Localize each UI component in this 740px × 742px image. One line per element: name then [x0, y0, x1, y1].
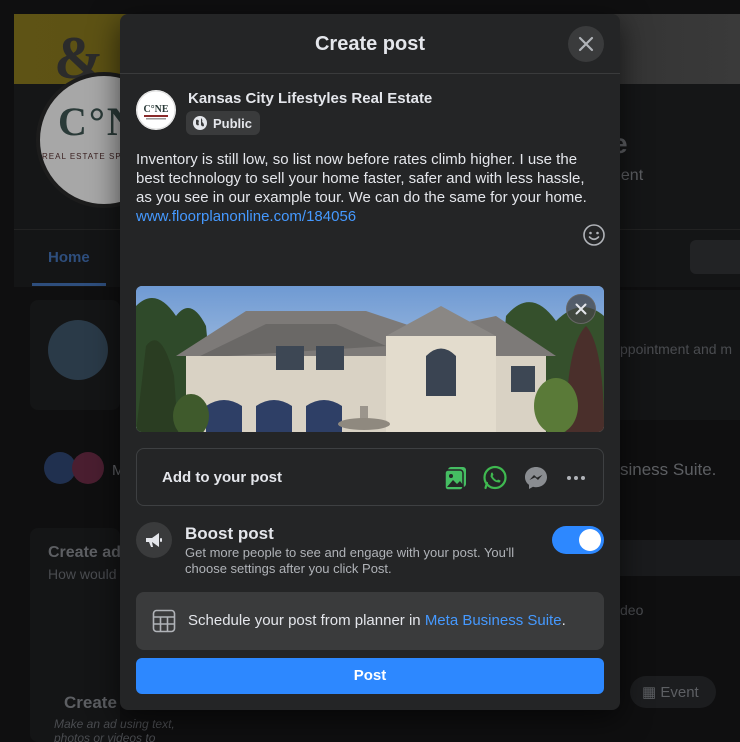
video-text-partial: deo	[620, 602, 644, 618]
close-icon	[575, 303, 587, 315]
calendar-grid-icon	[152, 609, 176, 633]
author-avatar-logo: C°NE	[143, 104, 168, 115]
dialog-title: Create post	[314, 33, 426, 55]
ad-create-label: Create	[64, 693, 117, 712]
right-strip	[620, 540, 740, 576]
boost-post-toggle[interactable]	[552, 526, 604, 554]
dialog-header: Create post	[120, 14, 620, 74]
close-button[interactable]	[568, 26, 604, 62]
add-to-post-bar: Add to your post	[136, 448, 604, 506]
post-button[interactable]: Post	[136, 658, 604, 694]
attached-photo	[136, 286, 604, 432]
toggle-knob	[579, 529, 601, 551]
linked-accounts	[44, 452, 106, 484]
suite-text-partial: siness Suite.	[620, 460, 717, 479]
ad-card-subtitle: How would	[48, 566, 117, 582]
appointment-text-partial: ppointment and m	[620, 341, 733, 357]
house-photo	[136, 286, 604, 432]
globe-icon	[193, 116, 207, 130]
boost-megaphone-badge	[136, 522, 172, 558]
event-label: Event	[660, 684, 699, 701]
emoji-icon[interactable]	[582, 223, 606, 247]
author-avatar: C°NE	[136, 90, 176, 130]
meta-business-suite-link[interactable]: Meta Business Suite	[425, 612, 562, 629]
close-icon	[578, 36, 594, 52]
post-text-area[interactable]: Inventory is still low, so list now befo…	[136, 150, 596, 226]
nav-right-button	[690, 240, 740, 274]
schedule-suffix: .	[561, 612, 566, 629]
photo-video-icon[interactable]	[443, 465, 469, 491]
schedule-banner: Schedule your post from planner in Meta …	[136, 592, 604, 650]
nav-home-tab: Home	[48, 249, 90, 266]
post-body-text: Inventory is still low, so list now befo…	[136, 151, 587, 206]
schedule-text: Schedule your post from planner in Meta …	[188, 612, 566, 629]
instagram-icon	[72, 452, 104, 484]
more-icon[interactable]	[563, 465, 589, 491]
post-link[interactable]: www.floorplanonline.com/184056	[136, 207, 596, 226]
boost-post-title: Boost post	[185, 524, 274, 543]
schedule-prefix: Schedule your post from planner in	[188, 612, 425, 629]
add-to-post-label: Add to your post	[162, 469, 282, 486]
messenger-icon[interactable]	[523, 465, 549, 491]
megaphone-icon	[146, 533, 162, 547]
boost-post-description: Get more people to see and engage with y…	[185, 545, 515, 576]
nav-active-indicator	[32, 283, 106, 286]
ad-make-text: Make an ad using text, photos or videos …	[54, 717, 175, 742]
create-post-dialog: Create post C°NE Kansas City Lifestyles …	[120, 14, 620, 710]
composer-avatar	[48, 320, 108, 380]
ad-card-title: Create ad	[48, 544, 121, 561]
whatsapp-icon[interactable]	[482, 465, 508, 491]
audience-selector[interactable]: Public	[186, 111, 261, 135]
event-button: ▦ Event	[630, 676, 716, 708]
remove-photo-button[interactable]	[566, 294, 596, 324]
audience-label: Public	[213, 115, 253, 131]
author-name: Kansas City Lifestyles Real Estate	[188, 90, 433, 107]
